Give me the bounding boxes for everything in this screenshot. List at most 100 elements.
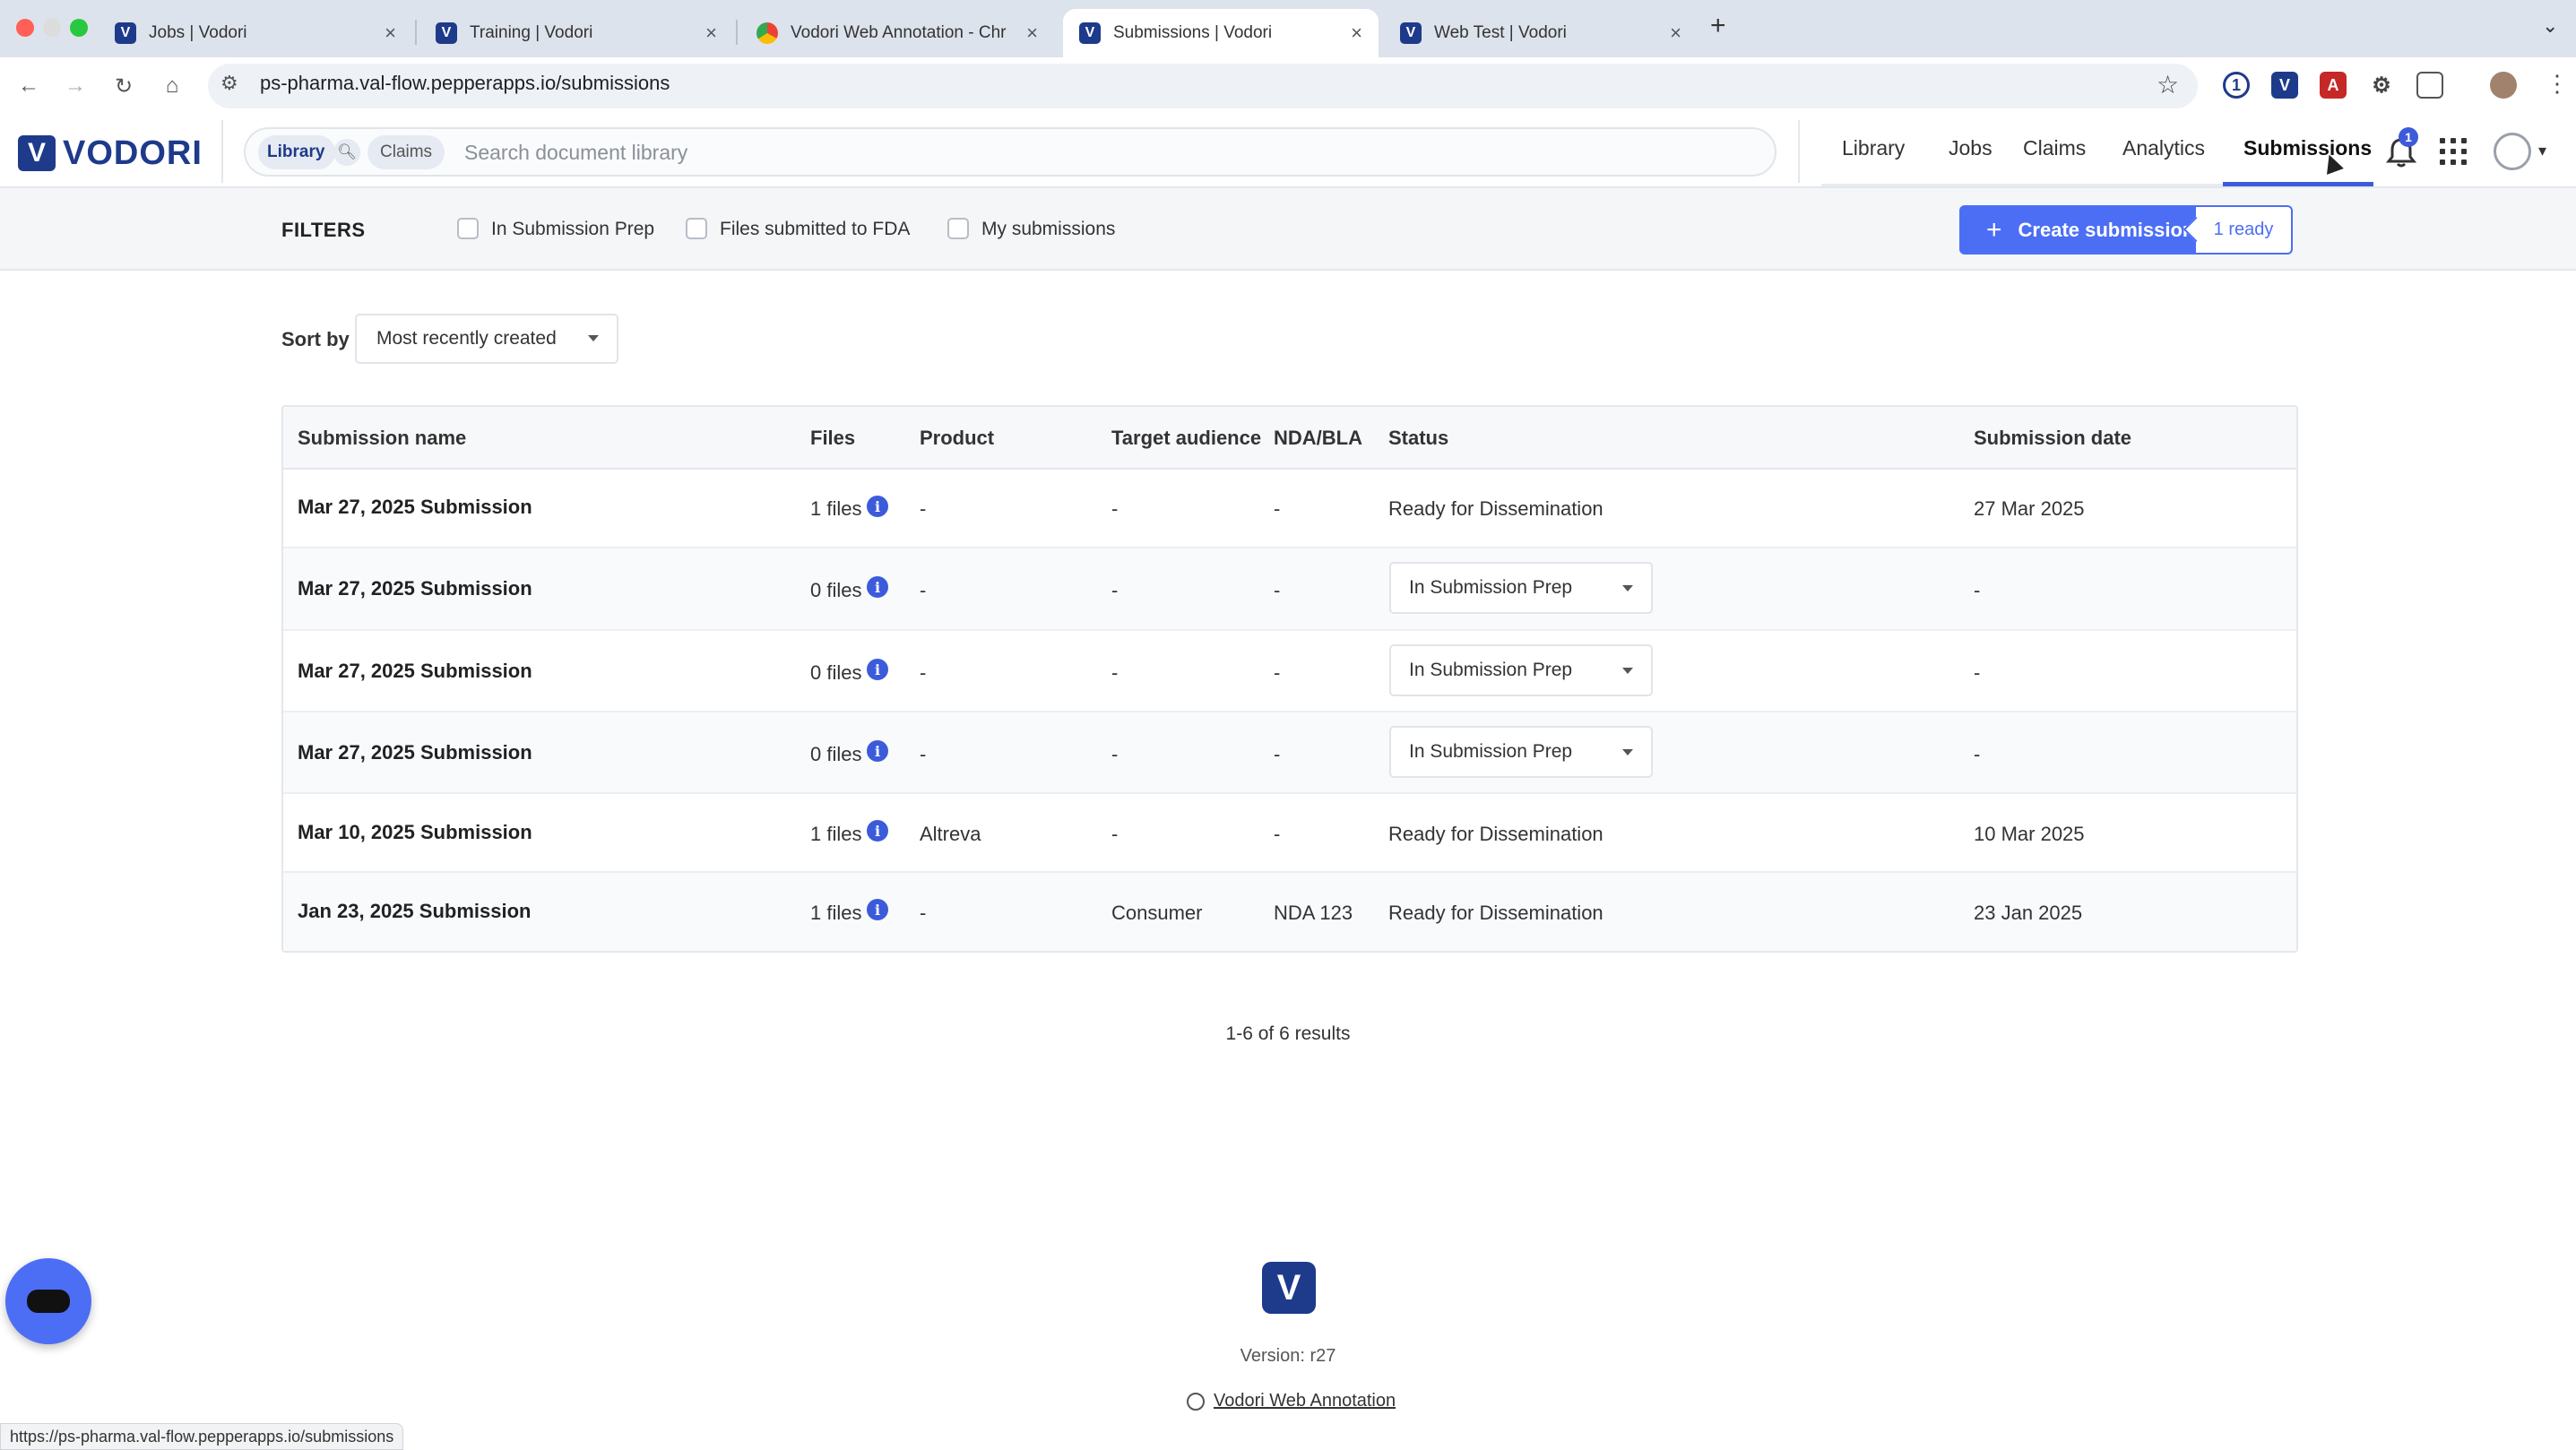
window-close-button[interactable] [16,19,34,37]
chrome-favicon-icon [756,22,778,44]
tab-close-icon[interactable]: × [1026,22,1038,45]
product-value: - [920,902,927,924]
status-select-value: In Submission Prep [1409,741,1573,762]
table-row[interactable] [283,712,2296,794]
vodori-logo-text[interactable]: VODORI [63,134,203,173]
filter-submitted-to-fda-checkbox[interactable] [686,218,707,239]
nav-active-indicator [2223,182,2373,186]
nav-jobs[interactable]: Jobs [1949,136,1993,160]
search-scope-claims[interactable]: Claims [367,135,445,169]
filters-label: FILTERS [281,219,366,241]
filter-in-submission-prep-checkbox[interactable] [457,218,479,239]
submission-name[interactable]: Mar 27, 2025 Submission [298,741,532,764]
new-tab-button[interactable]: + [1710,11,1726,41]
apps-grid-icon[interactable] [2440,138,2467,165]
window-zoom-button[interactable] [70,19,88,37]
ready-count-button[interactable]: 1 ready [2194,205,2293,255]
search-input[interactable] [464,136,1755,168]
filter-my-submissions-label[interactable]: My submissions [981,219,1115,240]
nav-submissions[interactable]: Submissions [2243,136,2372,160]
browser-tab-jobs[interactable]: V Jobs | Vodori × [99,9,412,57]
info-icon[interactable]: i [867,576,888,598]
chevron-down-icon[interactable]: ▾ [2538,142,2546,160]
password-manager-extension-icon[interactable]: 1 [2223,72,2250,99]
tab-search-chevron-icon[interactable]: ⌄ [2542,14,2558,38]
info-icon[interactable]: i [867,820,888,842]
submission-name[interactable]: Jan 23, 2025 Submission [298,900,531,923]
filter-my-submissions-checkbox[interactable] [947,218,969,239]
submission-name[interactable]: Mar 27, 2025 Submission [298,496,532,519]
tab-title: Training | Vodori [470,23,593,42]
nda-value: NDA 123 [1274,902,1353,924]
url-text[interactable]: ps-pharma.val-flow.pepperapps.io/submiss… [260,72,670,95]
caret-down-icon [1622,585,1633,591]
create-submission-button[interactable]: + Create submission [1959,205,2203,255]
extensions-puzzle-icon[interactable] [2416,72,2443,99]
files-count: 1 files [810,902,862,924]
search-scope-library[interactable]: Library [258,135,336,169]
window-minimize-button[interactable] [43,19,61,37]
vodori-logo-icon[interactable]: V [18,135,56,171]
product-value: - [920,497,927,520]
user-avatar-icon[interactable] [2494,133,2531,170]
files-count: 1 files [810,497,862,520]
browser-tab-web-annotation[interactable]: Vodori Web Annotation - Chr × [740,9,1054,57]
status-select[interactable]: In Submission Prep [1389,562,1653,614]
forward-arrow-icon[interactable]: → [61,72,90,100]
vodori-web-annotation-link[interactable]: Vodori Web Annotation [1214,1391,1396,1411]
browser-tab-training[interactable]: V Training | Vodori × [419,9,733,57]
tab-close-icon[interactable]: × [385,22,396,45]
table-row[interactable] [283,631,2296,712]
settings-extension-icon[interactable]: ⚙ [2368,72,2395,99]
nav-analytics[interactable]: Analytics [2122,136,2205,160]
nda-value: - [1274,497,1281,520]
submission-date: 27 Mar 2025 [1974,497,2085,520]
info-icon[interactable]: i [867,659,888,680]
filter-submitted-to-fda-label[interactable]: Files submitted to FDA [720,219,910,240]
submission-name[interactable]: Mar 10, 2025 Submission [298,821,532,844]
browser-tab-web-test[interactable]: V Web Test | Vodori × [1384,9,1698,57]
column-header-product: Product [920,427,995,449]
status-select[interactable]: In Submission Prep [1389,644,1653,696]
back-arrow-icon[interactable]: ← [14,72,43,100]
chat-icon [27,1290,70,1313]
submission-name[interactable]: Mar 27, 2025 Submission [298,660,532,683]
vodori-extension-icon[interactable]: V [2271,72,2298,99]
bookmark-star-icon[interactable]: ☆ [2157,70,2179,99]
site-settings-icon[interactable]: ⚙ [220,72,238,95]
tab-close-icon[interactable]: × [705,22,717,45]
vodori-favicon-icon: V [1400,22,1422,44]
filter-in-submission-prep-label[interactable]: In Submission Prep [491,219,654,240]
column-header-submission-name: Submission name [298,427,467,449]
tab-close-icon[interactable]: × [1351,22,1362,45]
nav-library[interactable]: Library [1842,136,1905,160]
audience-value: - [1111,497,1119,520]
tab-title: Web Test | Vodori [1434,23,1567,42]
tab-close-icon[interactable]: × [1670,22,1681,45]
tab-separator [736,20,738,45]
product-value: - [920,743,927,765]
caret-down-icon [588,335,599,341]
pdf-extension-icon[interactable]: A [2320,72,2347,99]
sort-label: Sort by [281,328,350,350]
profile-avatar-icon[interactable] [2490,72,2517,99]
home-icon[interactable]: ⌂ [158,72,186,100]
version-text: Version: r27 [1240,1346,1336,1366]
vodori-favicon-icon: V [436,22,457,44]
chat-widget-button[interactable] [5,1258,91,1344]
files-count: 1 files [810,823,862,845]
sort-select[interactable]: Most recently created [355,314,618,364]
browser-menu-icon[interactable]: ⋮ [2546,70,2569,98]
status-select[interactable]: In Submission Prep [1389,726,1653,778]
status-select-value: In Submission Prep [1409,577,1573,598]
browser-tab-submissions[interactable]: V Submissions | Vodori × [1063,9,1379,57]
table-row[interactable] [283,548,2296,631]
info-icon[interactable]: i [867,899,888,920]
info-icon[interactable]: i [867,496,888,517]
submission-name[interactable]: Mar 27, 2025 Submission [298,577,532,600]
search-icon[interactable]: 🔍︎ [333,139,360,166]
info-icon[interactable]: i [867,740,888,762]
header-divider [221,120,223,183]
reload-icon[interactable]: ↻ [109,72,138,100]
nav-claims[interactable]: Claims [2023,136,2086,160]
